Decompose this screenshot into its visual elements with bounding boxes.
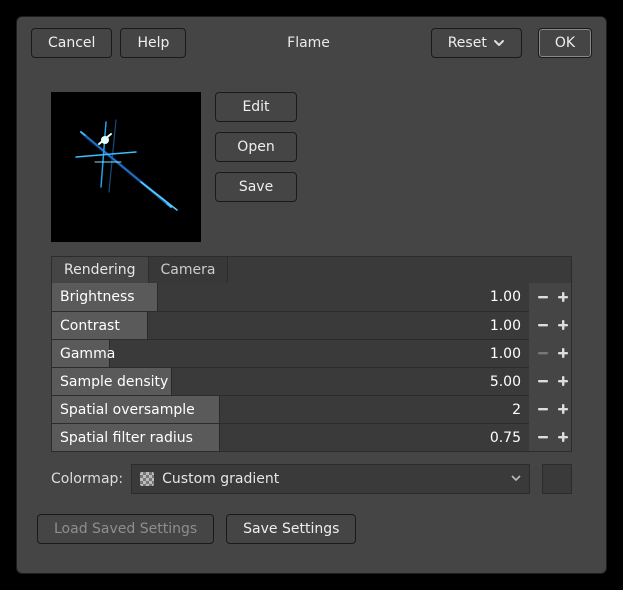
- cancel-button[interactable]: Cancel: [31, 28, 112, 58]
- flame-dialog: Cancel Help Flame Reset OK: [16, 16, 607, 574]
- slider-5[interactable]: Spatial filter radius 0.75: [52, 423, 529, 451]
- slider-value: 2: [512, 396, 521, 423]
- slider-value: 1.00: [490, 312, 521, 339]
- slider-label: Spatial oversample: [60, 396, 195, 423]
- colormap-aux-button[interactable]: [542, 464, 572, 494]
- slider-label: Brightness: [60, 283, 135, 311]
- plus-icon[interactable]: [555, 370, 571, 392]
- minus-icon[interactable]: [535, 314, 551, 336]
- reset-button-label: Reset: [448, 35, 487, 51]
- edit-button-label: Edit: [242, 99, 269, 115]
- ok-button-label: OK: [555, 35, 575, 51]
- colormap-selected: Custom gradient: [162, 471, 279, 487]
- gradient-swatch-icon: [140, 472, 154, 486]
- tab-camera-label: Camera: [161, 262, 216, 278]
- slider-label: Contrast: [60, 312, 120, 339]
- slider-4[interactable]: Spatial oversample 2: [52, 395, 529, 423]
- open-button[interactable]: Open: [215, 132, 297, 162]
- slider-label: Spatial filter radius: [60, 424, 193, 451]
- minus-icon[interactable]: [535, 286, 551, 308]
- slider-value: 0.75: [490, 424, 521, 451]
- save-button-label: Save: [239, 179, 273, 195]
- save-button[interactable]: Save: [215, 172, 297, 202]
- edit-button[interactable]: Edit: [215, 92, 297, 122]
- minus-icon[interactable]: [535, 426, 551, 448]
- load-saved-settings-label: Load Saved Settings: [54, 521, 197, 537]
- chevron-down-icon: [493, 37, 505, 49]
- plus-icon[interactable]: [555, 398, 571, 420]
- plus-icon[interactable]: [555, 314, 571, 336]
- dialog-title: Flame: [287, 35, 330, 51]
- minus-icon: [535, 342, 551, 364]
- load-saved-settings-button[interactable]: Load Saved Settings: [37, 514, 214, 544]
- slider-value: 1.00: [490, 283, 521, 311]
- slider-value: 1.00: [490, 340, 521, 367]
- save-settings-label: Save Settings: [243, 521, 339, 537]
- minus-icon[interactable]: [535, 398, 551, 420]
- slider-1[interactable]: Contrast 1.00: [52, 311, 529, 339]
- slider-value: 5.00: [490, 368, 521, 395]
- tab-rendering-label: Rendering: [64, 262, 136, 278]
- open-button-label: Open: [237, 139, 274, 155]
- slider-list: Brightness1.00Contrast1.00Gamma1.00Sampl…: [51, 283, 572, 452]
- top-toolbar: Cancel Help Flame Reset OK: [17, 17, 606, 58]
- reset-button[interactable]: Reset: [431, 28, 522, 58]
- plus-icon[interactable]: [555, 342, 571, 364]
- cancel-button-label: Cancel: [48, 35, 95, 51]
- chevron-down-icon: [511, 471, 521, 487]
- help-button[interactable]: Help: [120, 28, 186, 58]
- tab-rendering[interactable]: Rendering: [52, 257, 149, 283]
- slider-2[interactable]: Gamma 1.00: [52, 339, 529, 367]
- colormap-combobox[interactable]: Custom gradient: [131, 464, 530, 494]
- save-settings-button[interactable]: Save Settings: [226, 514, 356, 544]
- plus-icon[interactable]: [555, 426, 571, 448]
- slider-label: Gamma: [60, 340, 115, 367]
- slider-0[interactable]: Brightness 1.00: [52, 283, 529, 311]
- ok-button[interactable]: OK: [538, 28, 592, 58]
- colormap-label: Colormap:: [51, 471, 123, 487]
- slider-3[interactable]: Sample density 5.00: [52, 367, 529, 395]
- tab-strip: Rendering Camera: [51, 256, 572, 283]
- flame-preview: [51, 92, 201, 242]
- plus-icon[interactable]: [555, 286, 571, 308]
- help-button-label: Help: [137, 35, 169, 51]
- tab-camera[interactable]: Camera: [149, 257, 229, 283]
- minus-icon[interactable]: [535, 370, 551, 392]
- slider-label: Sample density: [60, 368, 168, 395]
